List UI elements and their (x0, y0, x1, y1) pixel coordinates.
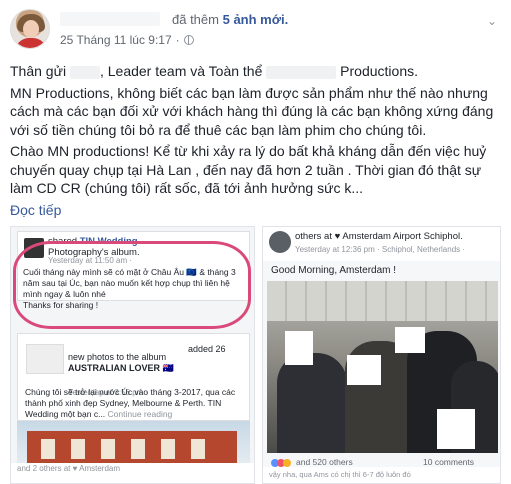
comments-count: 10 comments (423, 457, 475, 467)
embedded-avatar-2 (269, 231, 291, 253)
building-photo (17, 421, 250, 467)
post-text: Thân gửi , Leader team và Toàn thể Produ… (10, 62, 505, 219)
redaction-box (285, 331, 313, 365)
redacted-company (266, 65, 337, 79)
post-timestamp[interactable]: 25 Tháng 11 lúc 9:17 (60, 33, 172, 47)
author-name-redacted[interactable] (60, 12, 160, 26)
photo-2[interactable]: others at ♥ Amsterdam Airport Schiphol. … (262, 226, 501, 484)
photo-2-footer: vậy nha, qua Ams có chị thì 6-7 độ luôn … (263, 467, 500, 483)
redaction-box (395, 327, 425, 353)
post-header: đã thêm 5 ảnh mới. 25 Tháng 11 lúc 9:17 … (0, 0, 511, 56)
paragraph-1: MN Productions, không biết các bạn làm đ… (10, 84, 494, 138)
paragraph-2: Chào MN productions! Kể từ khi xảy ra lý… (10, 143, 487, 196)
globe-icon (183, 35, 194, 45)
album-title: AUSTRALIAN LOVER 🇦🇺 (68, 363, 174, 373)
photo-1-footer: and 2 others at ♥ Amsterdam (11, 463, 254, 483)
redaction-box (437, 409, 475, 449)
added-photos-link[interactable]: 5 ảnh mới. (223, 12, 289, 27)
checkin-title: others at ♥ Amsterdam Airport Schiphol. (295, 231, 463, 242)
redacted-name (69, 65, 100, 79)
album-body: Chúng tôi sẽ trở lại nước Úc vào tháng 3… (25, 387, 249, 420)
greeting-prefix: Thân gửi (10, 63, 67, 79)
embedded-checkin-post: others at ♥ Amsterdam Airport Schiphol. … (263, 227, 500, 261)
album-continue-link: Continue reading (107, 409, 173, 419)
likes-count: and 520 others (271, 457, 353, 467)
avatar[interactable] (10, 9, 50, 49)
likes-text: and 520 others (296, 457, 353, 467)
airport-photo (267, 281, 498, 453)
highlight-circle (13, 241, 251, 329)
album-prefix: new photos to the album (68, 352, 167, 362)
checkin-time: Yesterday at 12:36 pm · Schiphol, Nether… (295, 245, 466, 254)
post-action: đã thêm 5 ảnh mới. (172, 12, 288, 27)
greeting-mid: , Leader team và Toàn thể (99, 63, 263, 79)
chevron-down-icon[interactable]: ⌄ (487, 14, 497, 28)
photo-grid: shared TIN Wedding Photography's album. … (10, 226, 501, 484)
action-prefix: đã thêm (172, 12, 219, 27)
post-meta: 25 Tháng 11 lúc 9:17 · (60, 33, 194, 47)
see-more-link[interactable]: Đọc tiếp (10, 201, 505, 220)
photo-1[interactable]: shared TIN Wedding Photography's album. … (10, 226, 255, 484)
album-thumbnail (26, 344, 64, 374)
greeting-suffix: Productions. (340, 63, 418, 79)
greeting-line: Thân gửi , Leader team và Toàn thể Produ… (10, 62, 505, 81)
checkin-greeting: Good Morning, Amsterdam ! (271, 265, 397, 276)
meta-separator: · (175, 33, 180, 47)
redaction-box (347, 355, 381, 385)
album-added: added 26 (188, 344, 226, 354)
reactions-icon (271, 458, 293, 467)
